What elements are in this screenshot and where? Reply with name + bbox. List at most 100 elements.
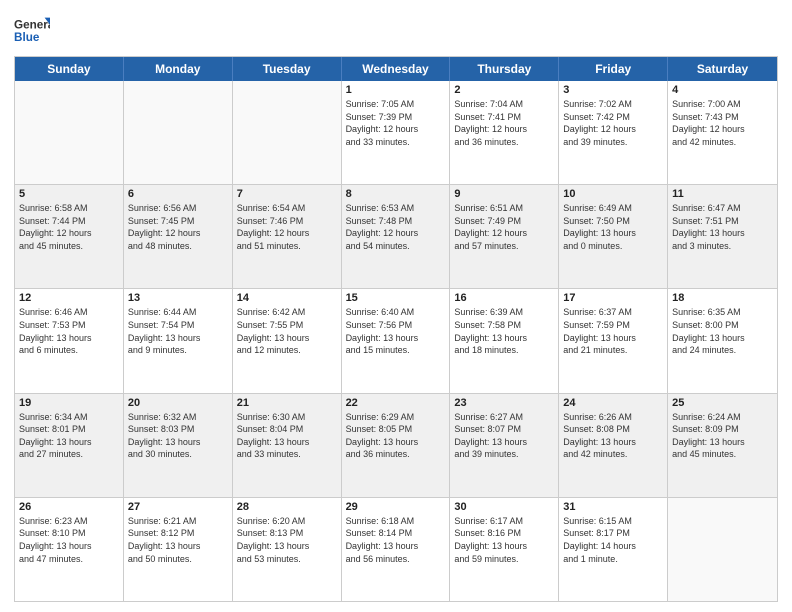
day-info: Sunrise: 6:17 AM Sunset: 8:16 PM Dayligh… xyxy=(454,515,554,565)
day-info: Sunrise: 6:39 AM Sunset: 7:58 PM Dayligh… xyxy=(454,306,554,356)
day-number: 28 xyxy=(237,501,337,513)
day-info: Sunrise: 6:35 AM Sunset: 8:00 PM Dayligh… xyxy=(672,306,773,356)
day-info: Sunrise: 6:58 AM Sunset: 7:44 PM Dayligh… xyxy=(19,202,119,252)
day-info: Sunrise: 6:27 AM Sunset: 8:07 PM Dayligh… xyxy=(454,411,554,461)
day-info: Sunrise: 6:40 AM Sunset: 7:56 PM Dayligh… xyxy=(346,306,446,356)
day-info: Sunrise: 6:51 AM Sunset: 7:49 PM Dayligh… xyxy=(454,202,554,252)
calendar: SundayMondayTuesdayWednesdayThursdayFrid… xyxy=(14,56,778,602)
day-number: 1 xyxy=(346,84,446,96)
day-number: 14 xyxy=(237,292,337,304)
calendar-row: 19 Sunrise: 6:34 AM Sunset: 8:01 PM Dayli… xyxy=(15,393,777,497)
day-number: 31 xyxy=(563,501,663,513)
day-number: 6 xyxy=(128,188,228,200)
day-number: 13 xyxy=(128,292,228,304)
calendar-cell: 3Sunrise: 7:02 AM Sunset: 7:42 PM Daylig… xyxy=(559,81,668,184)
calendar-cell: 29 Sunrise: 6:18 AM Sunset: 8:14 PM Dayli… xyxy=(342,498,451,601)
calendar-cell: 31Sunrise: 6:15 AM Sunset: 8:17 PM Dayli… xyxy=(559,498,668,601)
day-info: Sunrise: 6:53 AM Sunset: 7:48 PM Dayligh… xyxy=(346,202,446,252)
calendar-row: 12Sunrise: 6:46 AM Sunset: 7:53 PM Dayli… xyxy=(15,288,777,392)
weekday-header: Friday xyxy=(559,57,668,81)
calendar-cell xyxy=(668,498,777,601)
day-info: Sunrise: 7:02 AM Sunset: 7:42 PM Dayligh… xyxy=(563,98,663,148)
day-info: Sunrise: 6:54 AM Sunset: 7:46 PM Dayligh… xyxy=(237,202,337,252)
calendar-cell: 4 Sunrise: 7:00 AM Sunset: 7:43 PM Daylig… xyxy=(668,81,777,184)
day-info: Sunrise: 6:49 AM Sunset: 7:50 PM Dayligh… xyxy=(563,202,663,252)
day-number: 2 xyxy=(454,84,554,96)
weekday-header: Wednesday xyxy=(342,57,451,81)
calendar-cell: 5Sunrise: 6:58 AM Sunset: 7:44 PM Daylig… xyxy=(15,185,124,288)
calendar-cell: 13 Sunrise: 6:44 AM Sunset: 7:54 PM Dayli… xyxy=(124,289,233,392)
day-info: Sunrise: 7:00 AM Sunset: 7:43 PM Dayligh… xyxy=(672,98,773,148)
day-number: 16 xyxy=(454,292,554,304)
calendar-cell: 24 Sunrise: 6:26 AM Sunset: 8:08 PM Dayli… xyxy=(559,394,668,497)
weekday-header: Thursday xyxy=(450,57,559,81)
calendar-cell: 11 Sunrise: 6:47 AM Sunset: 7:51 PM Dayli… xyxy=(668,185,777,288)
day-info: Sunrise: 6:37 AM Sunset: 7:59 PM Dayligh… xyxy=(563,306,663,356)
day-info: Sunrise: 6:21 AM Sunset: 8:12 PM Dayligh… xyxy=(128,515,228,565)
day-info: Sunrise: 6:42 AM Sunset: 7:55 PM Dayligh… xyxy=(237,306,337,356)
day-number: 27 xyxy=(128,501,228,513)
day-info: Sunrise: 6:44 AM Sunset: 7:54 PM Dayligh… xyxy=(128,306,228,356)
logo: General Blue xyxy=(14,14,50,50)
calendar-cell: 28 Sunrise: 6:20 AM Sunset: 8:13 PM Dayli… xyxy=(233,498,342,601)
calendar-body: 1Sunrise: 7:05 AM Sunset: 7:39 PM Daylig… xyxy=(15,81,777,601)
calendar-cell: 8Sunrise: 6:53 AM Sunset: 7:48 PM Daylig… xyxy=(342,185,451,288)
calendar-cell: 9 Sunrise: 6:51 AM Sunset: 7:49 PM Daylig… xyxy=(450,185,559,288)
weekday-header: Sunday xyxy=(15,57,124,81)
day-number: 9 xyxy=(454,188,554,200)
calendar-row: 1Sunrise: 7:05 AM Sunset: 7:39 PM Daylig… xyxy=(15,81,777,184)
calendar-cell xyxy=(233,81,342,184)
day-info: Sunrise: 6:24 AM Sunset: 8:09 PM Dayligh… xyxy=(672,411,773,461)
day-info: Sunrise: 6:34 AM Sunset: 8:01 PM Dayligh… xyxy=(19,411,119,461)
day-number: 26 xyxy=(19,501,119,513)
calendar-row: 5Sunrise: 6:58 AM Sunset: 7:44 PM Daylig… xyxy=(15,184,777,288)
calendar-cell: 12Sunrise: 6:46 AM Sunset: 7:53 PM Dayli… xyxy=(15,289,124,392)
day-number: 24 xyxy=(563,397,663,409)
day-number: 4 xyxy=(672,84,773,96)
calendar-cell: 6Sunrise: 6:56 AM Sunset: 7:45 PM Daylig… xyxy=(124,185,233,288)
calendar-cell: 7 Sunrise: 6:54 AM Sunset: 7:46 PM Daylig… xyxy=(233,185,342,288)
calendar-cell: 25 Sunrise: 6:24 AM Sunset: 8:09 PM Dayli… xyxy=(668,394,777,497)
day-info: Sunrise: 6:47 AM Sunset: 7:51 PM Dayligh… xyxy=(672,202,773,252)
day-info: Sunrise: 6:20 AM Sunset: 8:13 PM Dayligh… xyxy=(237,515,337,565)
day-number: 25 xyxy=(672,397,773,409)
logo-icon: General Blue xyxy=(14,14,50,50)
day-number: 18 xyxy=(672,292,773,304)
day-info: Sunrise: 6:30 AM Sunset: 8:04 PM Dayligh… xyxy=(237,411,337,461)
calendar-header: SundayMondayTuesdayWednesdayThursdayFrid… xyxy=(15,57,777,81)
weekday-header: Tuesday xyxy=(233,57,342,81)
day-number: 15 xyxy=(346,292,446,304)
day-number: 10 xyxy=(563,188,663,200)
weekday-header: Saturday xyxy=(668,57,777,81)
day-info: Sunrise: 6:26 AM Sunset: 8:08 PM Dayligh… xyxy=(563,411,663,461)
day-info: Sunrise: 6:29 AM Sunset: 8:05 PM Dayligh… xyxy=(346,411,446,461)
header: General Blue xyxy=(14,10,778,50)
calendar-row: 26 Sunrise: 6:23 AM Sunset: 8:10 PM Dayli… xyxy=(15,497,777,601)
calendar-cell: 18 Sunrise: 6:35 AM Sunset: 8:00 PM Dayli… xyxy=(668,289,777,392)
calendar-cell: 19 Sunrise: 6:34 AM Sunset: 8:01 PM Dayli… xyxy=(15,394,124,497)
day-number: 22 xyxy=(346,397,446,409)
calendar-cell: 27 Sunrise: 6:21 AM Sunset: 8:12 PM Dayli… xyxy=(124,498,233,601)
day-info: Sunrise: 7:04 AM Sunset: 7:41 PM Dayligh… xyxy=(454,98,554,148)
calendar-cell: 26 Sunrise: 6:23 AM Sunset: 8:10 PM Dayli… xyxy=(15,498,124,601)
calendar-cell: 17Sunrise: 6:37 AM Sunset: 7:59 PM Dayli… xyxy=(559,289,668,392)
day-number: 11 xyxy=(672,188,773,200)
calendar-cell: 16 Sunrise: 6:39 AM Sunset: 7:58 PM Dayli… xyxy=(450,289,559,392)
day-number: 21 xyxy=(237,397,337,409)
day-info: Sunrise: 6:23 AM Sunset: 8:10 PM Dayligh… xyxy=(19,515,119,565)
weekday-header: Monday xyxy=(124,57,233,81)
calendar-cell: 15 Sunrise: 6:40 AM Sunset: 7:56 PM Dayli… xyxy=(342,289,451,392)
calendar-cell: 23 Sunrise: 6:27 AM Sunset: 8:07 PM Dayli… xyxy=(450,394,559,497)
day-number: 19 xyxy=(19,397,119,409)
day-number: 7 xyxy=(237,188,337,200)
day-info: Sunrise: 6:46 AM Sunset: 7:53 PM Dayligh… xyxy=(19,306,119,356)
day-number: 29 xyxy=(346,501,446,513)
day-number: 30 xyxy=(454,501,554,513)
svg-text:Blue: Blue xyxy=(14,31,40,44)
day-number: 20 xyxy=(128,397,228,409)
day-info: Sunrise: 6:18 AM Sunset: 8:14 PM Dayligh… xyxy=(346,515,446,565)
day-number: 23 xyxy=(454,397,554,409)
calendar-cell: 22 Sunrise: 6:29 AM Sunset: 8:05 PM Dayli… xyxy=(342,394,451,497)
page: General Blue SundayMondayTuesdayWednesda… xyxy=(0,0,792,612)
calendar-cell: 10 Sunrise: 6:49 AM Sunset: 7:50 PM Dayli… xyxy=(559,185,668,288)
